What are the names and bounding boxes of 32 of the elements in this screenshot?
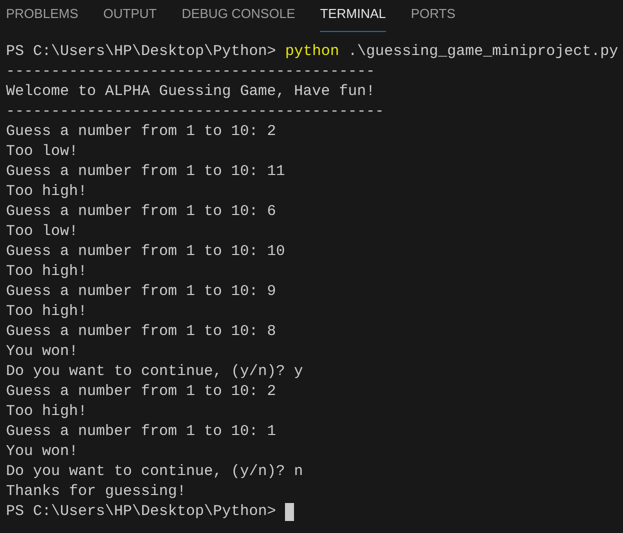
panel-tab[interactable]: TERMINAL [320,0,386,32]
output-line: Too low! [6,222,78,242]
output-line: Guess a number from 1 to 10: 1 [6,422,276,442]
panel-tab[interactable]: DEBUG CONSOLE [182,0,296,32]
panel-tab[interactable]: PORTS [410,0,456,32]
output-line: Guess a number from 1 to 10: 2 [6,122,276,142]
output-line: Guess a number from 1 to 10: 2 [6,382,276,402]
output-line: You won! [6,442,78,462]
output-line: ------------------------------------------ [6,102,384,122]
output-line: Too high! [6,402,88,422]
output-line: You won! [6,342,78,362]
panel-tab[interactable]: OUTPUT [103,0,157,32]
shell-prompt: PS C:\Users\HP\Desktop\Python> [6,42,276,62]
output-line: Thanks for guessing! [6,482,186,502]
panel-tab[interactable]: PROBLEMS [6,0,78,32]
command-argument: .\guessing_game_miniproject.py [348,42,618,62]
shell-prompt: PS C:\Users\HP\Desktop\Python> [6,502,276,522]
command-text: python [285,42,340,62]
output-line: ----------------------------------------- [6,62,376,82]
output-line: Welcome to ALPHA Guessing Game, Have fun! [6,82,376,102]
output-line: Too high! [6,182,88,202]
output-line: Guess a number from 1 to 10: 11 [6,162,286,182]
output-line: Too high! [6,262,88,282]
output-line: Do you want to continue, (y/n)? n [6,462,304,482]
text-cursor [285,503,294,521]
output-line: Guess a number from 1 to 10: 8 [6,322,276,342]
output-line: Guess a number from 1 to 10: 6 [6,202,276,222]
output-line: Do you want to continue, (y/n)? y [6,362,304,382]
output-line: Too low! [6,142,78,162]
output-line: Too high! [6,302,88,322]
output-line: Guess a number from 1 to 10: 10 [6,242,286,262]
output-line: Guess a number from 1 to 10: 9 [6,282,276,302]
